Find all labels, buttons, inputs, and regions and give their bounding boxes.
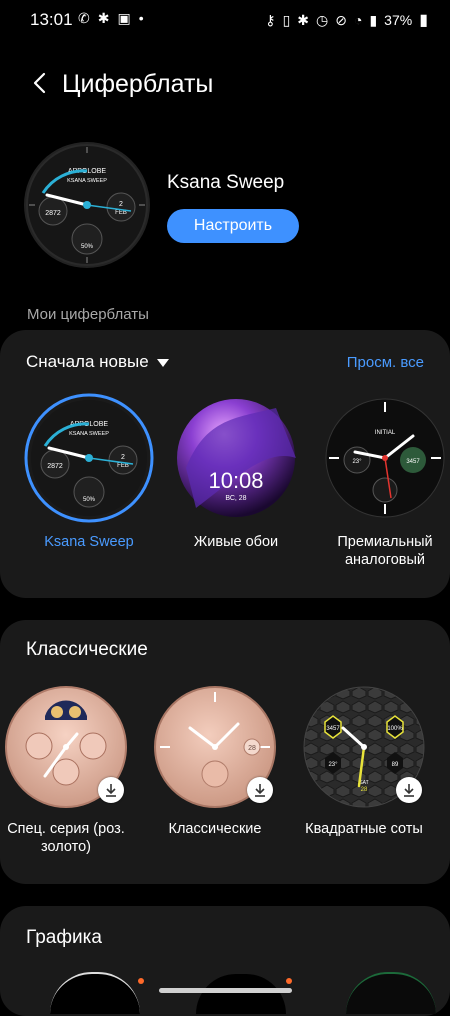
status-bar: 13:01 ✆ ✱ ▣ • ⚷ ▯ ✱ ◷ ⊘ ◔ ▮ 37% ▮ — [0, 0, 450, 36]
new-dot-indicator — [286, 978, 292, 984]
face-label-honeycomb: Квадратные соты — [305, 821, 423, 837]
current-watch-face[interactable]: APPGLOBE KSANA SWEEP 2872 2 FEB 50% — [23, 141, 151, 269]
svg-text:2: 2 — [119, 201, 123, 208]
current-face-name: Ksana Sweep — [167, 172, 285, 193]
chevron-left-icon — [33, 72, 46, 94]
face-label-live-wallpaper: Живые обои — [193, 534, 279, 550]
new-dot-indicator — [138, 978, 144, 984]
svg-text:23°: 23° — [352, 459, 362, 465]
face-label-ksana-sweep: Ksana Sweep — [44, 534, 134, 550]
svg-text:ВС, 28: ВС, 28 — [225, 495, 246, 502]
classic-section-title: Классические — [26, 639, 148, 660]
sort-dropdown[interactable]: Сначала новые — [26, 352, 169, 372]
svg-text:INITIAL: INITIAL — [375, 430, 396, 436]
svg-text:50%: 50% — [81, 244, 94, 250]
svg-text:2872: 2872 — [47, 463, 63, 470]
svg-text:100%: 100% — [387, 726, 403, 732]
face-label-rose-gold: Спец. серия (роз. золото) — [7, 821, 125, 855]
bluetooth-icon: ✱ — [97, 10, 110, 26]
dot-icon: • — [138, 10, 144, 26]
svg-text:50%: 50% — [83, 497, 96, 503]
svg-text:10:08: 10:08 — [208, 468, 263, 493]
download-icon — [255, 784, 265, 797]
back-button[interactable] — [26, 68, 56, 98]
mute-icon: ⊘ — [335, 11, 347, 28]
gesture-navigation-bar[interactable] — [159, 988, 292, 993]
image-icon: ▣ — [117, 10, 131, 26]
my-faces-label: Мои циферблаты — [27, 306, 149, 323]
download-icon — [106, 784, 116, 797]
download-button-classic[interactable] — [247, 777, 273, 803]
svg-text:2: 2 — [121, 454, 125, 461]
wifi-icon: ◔ — [353, 12, 363, 28]
face-label-classic: Классические — [168, 821, 262, 837]
svg-text:KSANA SWEEP: KSANA SWEEP — [69, 431, 109, 437]
svg-text:28: 28 — [248, 745, 256, 752]
face-live-wallpaper[interactable]: 10:08 ВС, 28 — [176, 398, 296, 518]
signal-icon: ▮ — [369, 11, 378, 28]
svg-text:28: 28 — [361, 787, 368, 793]
page-title: Циферблаты — [62, 70, 214, 98]
customize-button[interactable]: Настроить — [167, 209, 299, 243]
svg-text:89: 89 — [392, 762, 399, 768]
wifi-call-icon: ✆ — [78, 10, 90, 26]
svg-text:23°: 23° — [328, 762, 338, 768]
view-all-link[interactable]: Просм. все — [347, 354, 424, 371]
face-label-premium-analog: Премиальный аналоговый — [337, 534, 433, 568]
face-premium-analog[interactable]: INITIAL 23° 3457 — [325, 398, 445, 518]
sort-label: Сначала новые — [26, 352, 149, 371]
download-button-honeycomb[interactable] — [396, 777, 422, 803]
svg-text:3457: 3457 — [406, 459, 420, 465]
svg-text:KSANA SWEEP: KSANA SWEEP — [67, 178, 107, 184]
status-right-icons: ⚷ ▯ ✱ ◷ ⊘ ◔ ▮ 37% ▮ — [265, 10, 428, 30]
svg-text:3457: 3457 — [326, 726, 340, 732]
status-left-icons: ✆ ✱ ▣ • — [78, 10, 144, 27]
battery-icon: ▮ — [419, 12, 428, 29]
download-button-rose-gold[interactable] — [98, 777, 124, 803]
caret-down-icon — [156, 359, 169, 367]
battery-percent: 37% — [384, 12, 413, 28]
key-icon: ⚷ — [265, 11, 276, 28]
status-time: 13:01 — [30, 10, 73, 29]
face-ksana-sweep[interactable]: APPGLOBE KSANA SWEEP 2872 2 FEB 50% — [24, 393, 154, 523]
bluetooth-icon: ✱ — [297, 11, 310, 28]
download-icon — [404, 784, 414, 797]
graphics-section-title: Графика — [26, 927, 102, 948]
svg-text:2872: 2872 — [45, 210, 61, 217]
vibrate-icon: ▯ — [282, 11, 291, 28]
alarm-icon: ◷ — [316, 11, 329, 28]
